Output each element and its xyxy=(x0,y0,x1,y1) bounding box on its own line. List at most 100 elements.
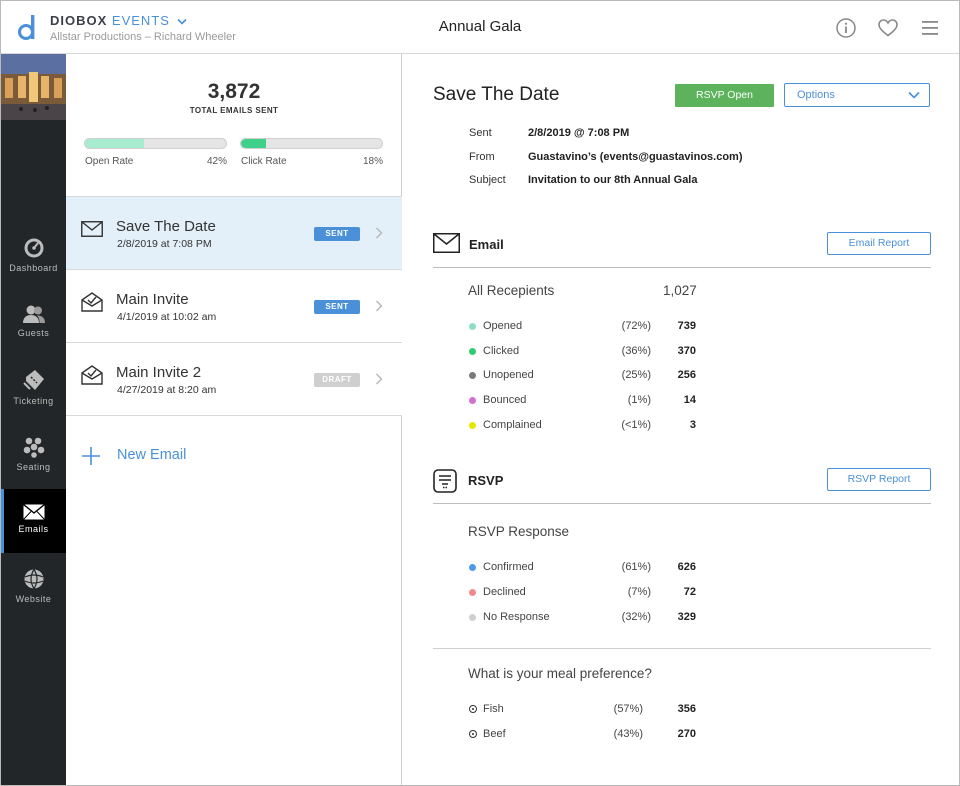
email-list-item[interactable]: Save The Date 2/8/2019 at 7:08 PM SENT xyxy=(66,197,402,270)
event-photo xyxy=(1,54,66,120)
stat-percent: (61%) xyxy=(621,561,651,573)
status-badge: SENT xyxy=(314,227,360,241)
click-rate-value: 18% xyxy=(362,156,383,167)
stat-percent: (36%) xyxy=(621,345,651,357)
email-date: 4/27/2019 at 8:20 am xyxy=(117,384,217,396)
rsvp-form-icon xyxy=(433,469,457,493)
menu-icon[interactable] xyxy=(920,17,942,39)
total-emails-sent: 3,872 xyxy=(207,80,261,103)
stat-percent: (1%) xyxy=(627,394,651,406)
legend-dot xyxy=(469,422,476,429)
sidebar-item-guests[interactable]: Guests xyxy=(1,304,66,368)
legend-dot xyxy=(469,564,476,571)
options-dropdown[interactable]: Options xyxy=(784,83,930,107)
dashboard-icon xyxy=(24,238,43,258)
email-list-item[interactable]: Main Invite 4/1/2019 at 10:02 am SENT xyxy=(66,270,402,343)
meta-value-subject: Invitation to our 8th Annual Gala xyxy=(528,174,698,186)
legend-dot xyxy=(469,397,476,404)
envelope-open-check-icon xyxy=(81,292,103,312)
stat-row-fish: Fish (57%) 356 xyxy=(469,703,709,717)
chevron-right-icon xyxy=(376,227,383,239)
sidebar-item-dashboard[interactable]: Dashboard xyxy=(1,237,66,301)
stat-value: 270 xyxy=(677,728,696,740)
stat-percent: (7%) xyxy=(627,586,651,598)
rsvp-open-button[interactable]: RSVP Open xyxy=(675,84,774,107)
stat-row-clicked: Clicked (36%) 370 xyxy=(469,345,709,359)
section-divider xyxy=(433,648,931,649)
meta-key-sent: Sent xyxy=(469,127,492,139)
event-title: Annual Gala xyxy=(438,18,522,35)
sidebar-nav: Dashboard Guests Ticketing Seating Email… xyxy=(1,54,66,785)
legend-dot xyxy=(469,614,476,621)
stat-value: 72 xyxy=(683,586,696,598)
legend-dot xyxy=(469,372,476,379)
radio-option-icon xyxy=(469,705,477,713)
email-detail-panel: Save The Date RSVP Open Options Sent 2/8… xyxy=(403,54,959,785)
open-rate-value: 42% xyxy=(206,156,227,167)
stat-value: 626 xyxy=(677,561,696,573)
sidebar-item-emails[interactable]: Emails xyxy=(1,489,66,553)
stat-row-confirmed: Confirmed (61%) 626 xyxy=(469,561,709,575)
email-name: Main Invite 2 xyxy=(116,364,202,381)
stat-row-beef: Beef (43%) 270 xyxy=(469,728,709,742)
chevron-right-icon xyxy=(376,300,383,312)
sidebar-item-ticketing[interactable]: Ticketing xyxy=(1,368,66,432)
status-badge: DRAFT xyxy=(314,373,360,387)
seating-icon xyxy=(23,437,44,458)
rsvp-section-title: RSVP xyxy=(468,473,504,488)
stat-percent: (32%) xyxy=(621,611,651,623)
new-email-label: New Email xyxy=(117,447,187,463)
chevron-down-icon xyxy=(908,91,920,99)
stat-label: Bounced xyxy=(483,394,527,406)
stat-label: No Response xyxy=(483,611,550,623)
sidebar-item-label: Emails xyxy=(18,524,49,534)
rsvp-report-button[interactable]: RSVP Report xyxy=(827,468,931,491)
stat-value: 370 xyxy=(677,345,696,357)
open-rate-fill xyxy=(85,139,145,148)
radio-option-icon xyxy=(469,730,477,738)
email-section-title: Email xyxy=(469,237,504,252)
envelope-open-check-icon xyxy=(81,365,103,385)
stat-row-no-response: No Response (32%) 329 xyxy=(469,611,709,625)
stat-value: 739 xyxy=(677,320,696,332)
meta-key-from: From xyxy=(469,151,495,163)
options-label: Options xyxy=(797,89,835,101)
legend-dot xyxy=(469,348,476,355)
email-report-button[interactable]: Email Report xyxy=(827,232,931,255)
all-recipients-label: All Recepients xyxy=(468,283,555,298)
stat-label: Clicked xyxy=(483,345,520,357)
heart-icon[interactable] xyxy=(877,17,899,39)
plus-icon xyxy=(82,447,100,465)
globe-icon xyxy=(24,569,43,589)
email-date: 4/1/2019 at 10:02 am xyxy=(117,311,217,323)
status-badge: SENT xyxy=(314,300,360,314)
stat-value: 14 xyxy=(683,394,696,406)
click-rate-bar xyxy=(240,138,383,149)
stat-percent: (43%) xyxy=(613,728,643,740)
stat-row-declined: Declined (7%) 72 xyxy=(469,586,709,600)
sidebar-item-label: Ticketing xyxy=(13,396,54,406)
rsvp-section-header: RSVP RSVP Report xyxy=(433,468,931,504)
stat-label: Beef xyxy=(483,728,506,740)
email-name: Save The Date xyxy=(116,218,216,235)
stat-label: Fish xyxy=(483,703,504,715)
meta-value-sent: 2/8/2019 @ 7:08 PM xyxy=(528,127,630,139)
info-icon[interactable] xyxy=(835,17,857,39)
email-name: Main Invite xyxy=(116,291,189,308)
stat-percent: (72%) xyxy=(621,320,651,332)
envelope-icon xyxy=(433,233,460,253)
stat-percent: (<1%) xyxy=(621,419,651,431)
envelope-icon xyxy=(22,504,45,520)
guests-icon xyxy=(22,305,45,323)
email-list-item[interactable]: Main Invite 2 4/27/2019 at 8:20 am DRAFT xyxy=(66,343,402,416)
email-title: Save The Date xyxy=(433,84,560,105)
stat-percent: (25%) xyxy=(621,369,651,381)
email-section-header: Email Email Report xyxy=(433,232,931,268)
all-recipients-total: 1,027 xyxy=(663,283,697,298)
sidebar-item-label: Website xyxy=(15,594,52,604)
legend-dot xyxy=(469,323,476,330)
stat-value: 356 xyxy=(677,703,696,715)
sidebar-item-website[interactable]: Website xyxy=(1,568,66,632)
open-rate-label: Open Rate xyxy=(85,156,134,167)
sidebar-item-label: Dashboard xyxy=(9,263,58,273)
